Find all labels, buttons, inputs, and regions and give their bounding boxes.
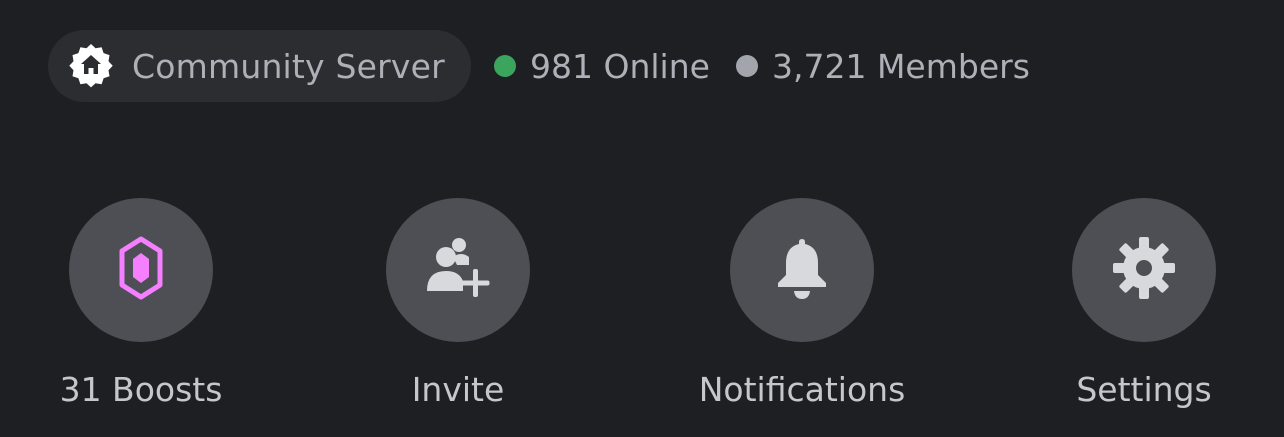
boosts-label: 31 Boosts [59, 370, 223, 409]
member-count-stat: 3,721 Members [736, 30, 1030, 102]
settings-label: Settings [1076, 370, 1212, 409]
notifications-label: Notifications [698, 370, 906, 409]
server-name-pill[interactable]: Community Server [48, 30, 471, 102]
boosts-action[interactable]: 31 Boosts [11, 198, 271, 409]
online-status-dot [494, 55, 516, 77]
boosts-button[interactable] [69, 198, 213, 342]
notifications-button[interactable] [730, 198, 874, 342]
settings-action[interactable]: Settings [1014, 198, 1274, 409]
server-name: Community Server [132, 46, 445, 86]
bell-icon [772, 235, 832, 305]
members-status-dot [736, 55, 758, 77]
invite-button[interactable] [386, 198, 530, 342]
add-user-icon [423, 235, 493, 305]
notifications-action[interactable]: Notifications [672, 198, 932, 409]
boost-gem-icon [117, 235, 165, 305]
settings-button[interactable] [1072, 198, 1216, 342]
online-count-stat: 981 Online [494, 30, 710, 102]
server-header-panel: Community Server 981 Online 3,721 Member… [0, 0, 1284, 437]
online-count-label: 981 Online [530, 46, 710, 86]
community-server-badge-icon [66, 41, 116, 91]
member-count-label: 3,721 Members [772, 46, 1030, 86]
invite-action[interactable]: Invite [328, 198, 588, 409]
gear-icon [1111, 235, 1177, 305]
invite-label: Invite [411, 370, 505, 409]
